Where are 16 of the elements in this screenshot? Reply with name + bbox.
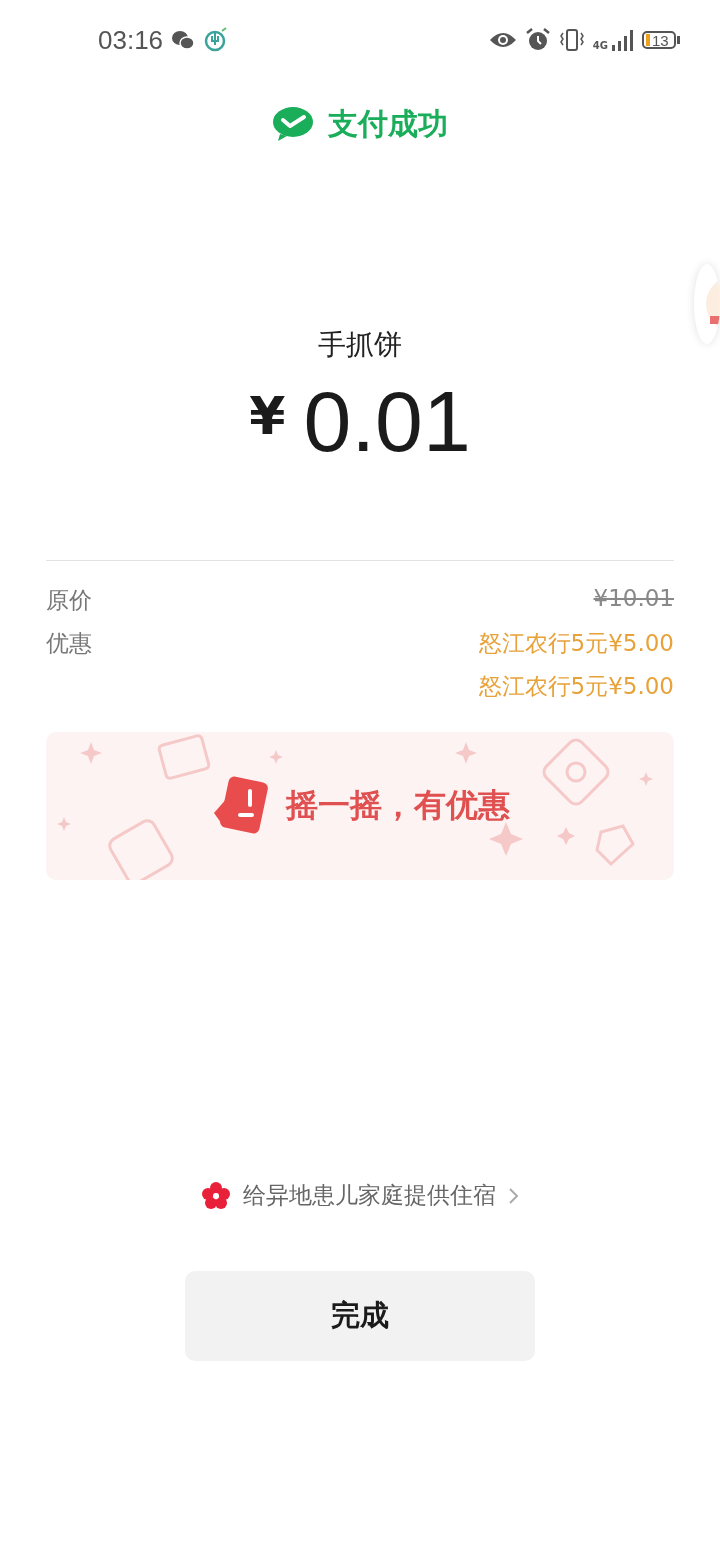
detail-label: 原价 (46, 586, 92, 615)
shake-promo-banner[interactable]: 摇一摇，有优惠 (46, 732, 674, 880)
done-button[interactable]: 完成 (185, 1271, 535, 1361)
payment-amount: 0.01 (303, 378, 471, 464)
discount-value: 怒江农行5元¥5.00 (478, 629, 674, 658)
original-price: ¥10.01 (593, 585, 674, 611)
currency-symbol: ¥ (249, 386, 286, 446)
merchant-name: 手抓饼 (317, 327, 403, 363)
network-type: 4G (592, 41, 608, 51)
shake-promo-text: 摇一摇，有优惠 (286, 785, 510, 826)
payment-success-title: 支付成功 (328, 104, 448, 143)
charity-link[interactable]: 给异地患儿家庭提供住宿 (200, 1180, 520, 1211)
detail-label: 优惠 (46, 629, 92, 658)
battery-level: 13 (652, 31, 669, 49)
discount-value: 怒江农行5元¥5.00 (478, 672, 674, 701)
status-time: 03:16 (98, 24, 164, 56)
